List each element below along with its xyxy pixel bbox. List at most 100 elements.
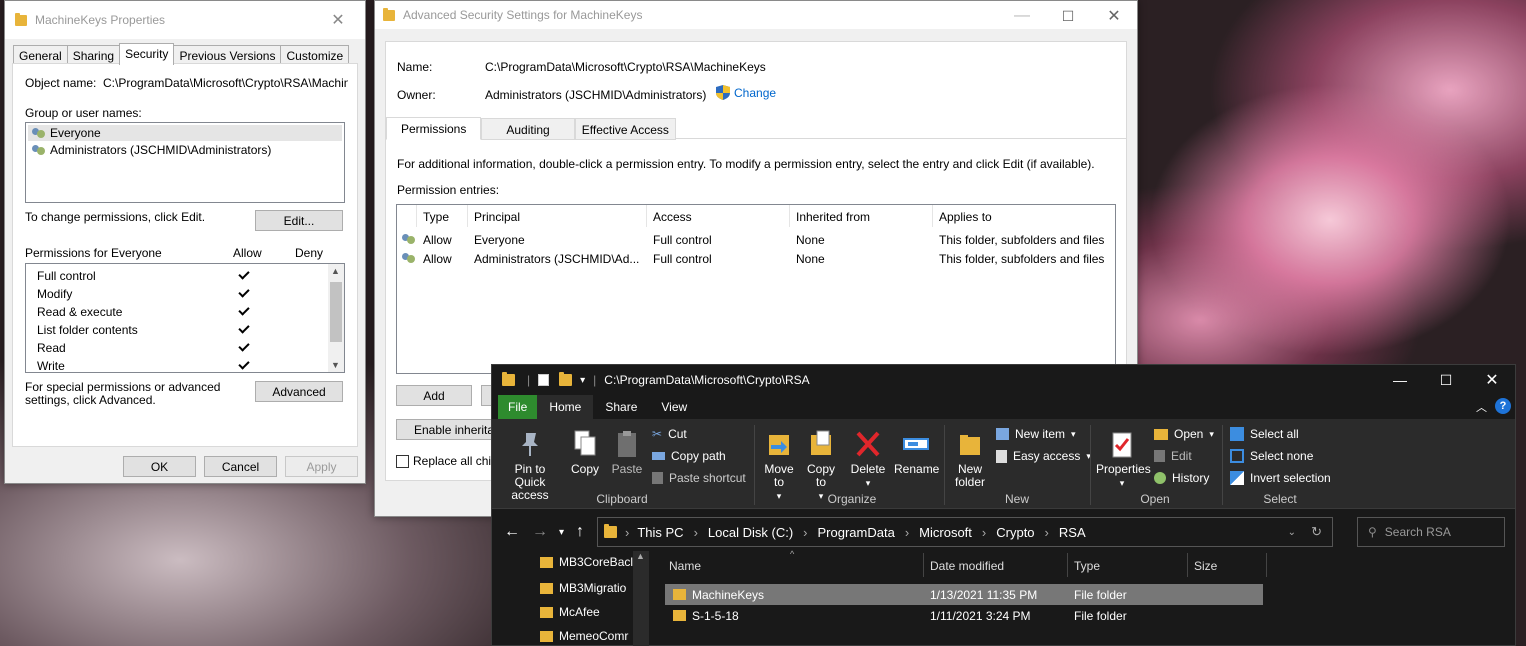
replace-checkbox-row[interactable]: Replace all chil [396,454,494,468]
tab-auditing[interactable]: Auditing [481,118,575,140]
sidebar-item[interactable]: McAfee [540,605,600,619]
tab-security[interactable]: Security [119,43,175,65]
col-type[interactable]: Type [1074,559,1100,573]
tab-customize[interactable]: Customize [280,45,350,65]
enable-inheritance-button[interactable]: Enable inherita [396,419,496,440]
minimize-icon[interactable]: — [999,1,1045,31]
new-folder-qat-icon[interactable] [559,372,573,386]
new-group-label: New [1004,492,1029,506]
col-principal[interactable]: Principal [474,210,520,224]
rename-button[interactable]: Rename [894,429,939,476]
open-label: Open [1174,427,1204,441]
col-date-modified[interactable]: Date modified [930,559,1004,573]
paste-shortcut-label: Paste shortcut [669,471,746,485]
file-row[interactable]: MachineKeys 1/13/2021 11:35 PM File fold… [665,584,1263,605]
add-button[interactable]: Add [396,385,472,406]
minimize-icon[interactable]: — [1377,365,1423,395]
tab-view[interactable]: View [649,395,699,419]
scroll-down-icon[interactable]: ▼ [331,360,340,370]
file-row[interactable]: S-1-5-18 1/11/2021 3:24 PM File folder [665,605,1263,626]
move-to-label: Move to [764,462,794,489]
change-owner-link[interactable]: Change [716,85,776,100]
crumb-rsa[interactable]: RSA [1059,525,1086,540]
sidebar-item[interactable]: MemeoComr [540,629,628,643]
advanced-button[interactable]: Advanced [255,381,343,402]
history-button[interactable]: History [1154,471,1209,485]
refresh-icon[interactable]: ↻ [1311,524,1322,540]
col-applies[interactable]: Applies to [939,210,992,224]
tab-permissions[interactable]: Permissions [386,117,482,140]
col-inherited[interactable]: Inherited from [796,210,870,224]
close-icon[interactable]: ✕ [1091,1,1137,31]
maximize-icon[interactable]: ☐ [1045,1,1091,31]
edit-button[interactable]: Edit... [255,210,343,231]
help-icon[interactable]: ? [1495,398,1511,414]
folder-icon [540,606,553,618]
col-type[interactable]: Type [423,210,449,224]
tab-home[interactable]: Home [537,395,594,419]
tab-previous-versions[interactable]: Previous Versions [173,45,282,65]
crumb-local-disk[interactable]: Local Disk (C:) [708,525,793,540]
properties-button[interactable]: Properties ▾ [1096,429,1151,490]
scrollbar[interactable]: ▲ ▼ [328,264,344,372]
address-dropdown-icon[interactable]: ⌄ [1288,527,1296,538]
maximize-icon[interactable]: ☐ [1423,365,1469,395]
col-access[interactable]: Access [653,210,692,224]
close-icon[interactable]: ✕ [315,5,361,35]
easy-access-button[interactable]: Easy access ▾ [996,449,1091,463]
crumb-this-pc[interactable]: This PC [637,525,683,540]
tab-file[interactable]: File [498,395,538,419]
cut-button[interactable]: ✂ Cut [652,427,687,441]
crumb-crypto[interactable]: Crypto [996,525,1034,540]
ok-button[interactable]: OK [123,456,196,477]
open-button[interactable]: Open ▾ [1154,427,1214,441]
up-icon[interactable]: ↑ [576,523,584,541]
crumb-microsoft[interactable]: Microsoft [919,525,972,540]
copy-button[interactable]: Copy [568,429,602,476]
sidebar-scrollbar[interactable]: ▲ [633,551,649,646]
copy-path-button[interactable]: Copy path [652,449,726,463]
back-icon[interactable]: ← [504,523,520,541]
folder-icon [604,524,617,538]
invert-selection-button[interactable]: Invert selection [1230,471,1331,485]
close-icon[interactable]: ✕ [1469,365,1515,395]
new-item-button[interactable]: New item ▾ [996,427,1076,441]
sidebar-item[interactable]: MB3Migratio [540,581,626,595]
address-bar[interactable]: › This PC › Local Disk (C:) › ProgramData ›… [597,517,1333,547]
forward-icon[interactable]: → [532,523,548,541]
collapse-ribbon-icon[interactable]: ︿ [1476,399,1487,415]
tab-sharing[interactable]: Sharing [66,45,121,65]
permissions-listbox: Full control Modify Read & execute List … [25,263,345,373]
table-row[interactable]: Allow Administrators (JSCHMID\Ad... Full… [397,249,1115,268]
tab-effective-access[interactable]: Effective Access [574,118,676,140]
select-all-icon [1230,427,1244,441]
crumb-programdata[interactable]: ProgramData [818,525,895,540]
col-size[interactable]: Size [1194,559,1217,573]
perm-write: Write [37,359,65,373]
cancel-button[interactable]: Cancel [204,456,277,477]
sidebar-item[interactable]: MB3CoreBacl [540,555,633,569]
paste-button[interactable]: Paste [608,429,646,476]
user-item-administrators[interactable]: Administrators (JSCHMID\Administrators) [28,142,271,158]
scroll-up-icon[interactable]: ▲ [331,266,340,276]
select-none-button[interactable]: Select none [1230,449,1313,463]
scrollbar-thumb[interactable] [330,282,342,342]
edit-button[interactable]: Edit [1154,449,1192,463]
recent-dropdown-icon[interactable]: ▾ [559,527,564,538]
delete-button[interactable]: Delete ▾ [848,429,888,490]
properties-qat-icon[interactable] [538,374,550,386]
search-box[interactable]: ⚲ Search RSA [1357,517,1505,547]
select-all-button[interactable]: Select all [1230,427,1299,441]
table-row[interactable]: Allow Everyone Full control None This fo… [397,230,1115,249]
user-item-everyone[interactable]: Everyone [28,125,342,141]
qat-dropdown-icon[interactable]: ▾ [580,375,585,386]
replace-checkbox[interactable] [396,454,409,468]
tab-general[interactable]: General [13,45,68,65]
new-folder-button[interactable]: New folder [950,429,990,489]
col-name[interactable]: Name [669,559,701,573]
user-listbox[interactable]: Everyone Administrators (JSCHMID\Adminis… [25,122,345,203]
tab-share[interactable]: Share [593,395,649,419]
permission-entries-table[interactable]: Type Principal Access Inherited from App… [396,204,1116,374]
paste-shortcut-button[interactable]: Paste shortcut [652,471,746,485]
special-permissions-text: For special permissions or advanced sett… [25,380,221,407]
